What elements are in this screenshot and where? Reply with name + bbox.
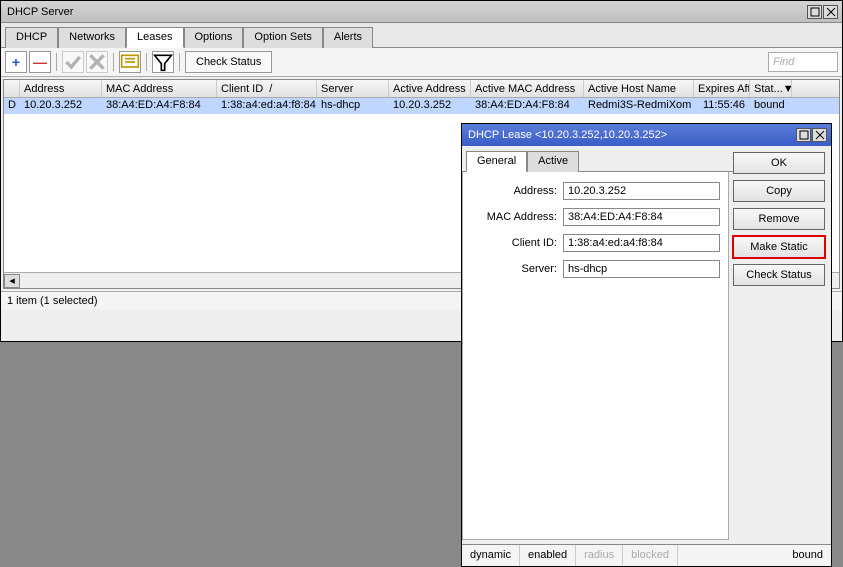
restore-button[interactable] bbox=[807, 5, 822, 19]
toolbar: + — Check Status Find bbox=[1, 48, 842, 77]
dhcp-lease-dialog: DHCP Lease <10.20.3.252,10.20.3.252> Gen… bbox=[461, 123, 832, 567]
separator bbox=[56, 53, 57, 71]
plus-icon: + bbox=[12, 54, 20, 70]
tab-options[interactable]: Options bbox=[184, 27, 244, 48]
cell-expires: 11:55:46 bbox=[694, 98, 750, 114]
add-button[interactable]: + bbox=[5, 51, 27, 73]
dialog-button-column: OK Copy Remove Make Static Check Status bbox=[733, 146, 831, 544]
tab-networks[interactable]: Networks bbox=[58, 27, 126, 48]
col-active-mac[interactable]: Active MAC Address bbox=[471, 80, 584, 97]
dialog-tab-active[interactable]: Active bbox=[527, 151, 579, 172]
separator bbox=[113, 53, 114, 71]
scroll-left-icon[interactable]: ◂ bbox=[4, 274, 20, 288]
input-client-id[interactable] bbox=[563, 234, 720, 252]
status-radius: radius bbox=[576, 545, 623, 566]
comment-button[interactable] bbox=[119, 51, 141, 73]
col-status[interactable]: Stat...▼ bbox=[750, 80, 792, 97]
main-titlebar[interactable]: DHCP Server bbox=[1, 1, 842, 23]
dialog-content: General Active Address: MAC Address: Cli… bbox=[462, 146, 733, 544]
filter-button[interactable] bbox=[152, 51, 174, 73]
status-dynamic: dynamic bbox=[462, 545, 520, 566]
label-client-id: Client ID: bbox=[471, 237, 563, 249]
label-address: Address: bbox=[471, 185, 563, 197]
check-status-dialog-button[interactable]: Check Status bbox=[733, 264, 825, 286]
col-client-id[interactable]: Client ID / bbox=[217, 80, 317, 97]
check-status-button[interactable]: Check Status bbox=[185, 51, 272, 73]
remove-button[interactable]: — bbox=[29, 51, 51, 73]
tab-leases[interactable]: Leases bbox=[126, 27, 183, 48]
close-button[interactable] bbox=[823, 5, 838, 19]
cell-active-address: 10.20.3.252 bbox=[389, 98, 471, 114]
table-header: Address MAC Address Client ID / Server A… bbox=[4, 80, 839, 98]
input-server[interactable] bbox=[563, 260, 720, 278]
cell-active-host: Redmi3S-RedmiXom bbox=[584, 98, 694, 114]
cell-flag: D bbox=[4, 98, 20, 114]
dialog-restore-button[interactable] bbox=[796, 128, 811, 142]
cell-client-id: 1:38:a4:ed:a4:f8:84 bbox=[217, 98, 317, 114]
input-mac[interactable] bbox=[563, 208, 720, 226]
col-active-host[interactable]: Active Host Name bbox=[584, 80, 694, 97]
dialog-title: DHCP Lease <10.20.3.252,10.20.3.252> bbox=[466, 129, 796, 141]
status-blocked: blocked bbox=[623, 545, 678, 566]
col-flag[interactable] bbox=[4, 80, 20, 97]
separator bbox=[179, 53, 180, 71]
cell-server: hs-dhcp bbox=[317, 98, 389, 114]
status-enabled: enabled bbox=[520, 545, 576, 566]
find-input[interactable]: Find bbox=[768, 52, 838, 72]
input-address[interactable] bbox=[563, 182, 720, 200]
col-server[interactable]: Server bbox=[317, 80, 389, 97]
separator bbox=[146, 53, 147, 71]
remove-lease-button[interactable]: Remove bbox=[733, 208, 825, 230]
ok-button[interactable]: OK bbox=[733, 152, 825, 174]
general-form: Address: MAC Address: Client ID: Server: bbox=[462, 172, 729, 540]
col-address[interactable]: Address bbox=[20, 80, 102, 97]
cell-address: 10.20.3.252 bbox=[20, 98, 102, 114]
dialog-tab-general[interactable]: General bbox=[466, 151, 527, 172]
cell-mac: 38:A4:ED:A4:F8:84 bbox=[102, 98, 217, 114]
col-expires[interactable]: Expires After bbox=[694, 80, 750, 97]
label-server: Server: bbox=[471, 263, 563, 275]
tab-alerts[interactable]: Alerts bbox=[323, 27, 373, 48]
dialog-titlebar[interactable]: DHCP Lease <10.20.3.252,10.20.3.252> bbox=[462, 124, 831, 146]
disable-button[interactable] bbox=[86, 51, 108, 73]
main-tabs: DHCP Networks Leases Options Option Sets… bbox=[1, 23, 842, 48]
make-static-button[interactable]: Make Static bbox=[733, 236, 825, 258]
col-mac[interactable]: MAC Address bbox=[102, 80, 217, 97]
col-active-address[interactable]: Active Address bbox=[389, 80, 471, 97]
dialog-status-bar: dynamic enabled radius blocked bound bbox=[462, 544, 831, 566]
enable-button[interactable] bbox=[62, 51, 84, 73]
tab-option-sets[interactable]: Option Sets bbox=[243, 27, 322, 48]
minus-icon: — bbox=[33, 54, 47, 70]
label-mac: MAC Address: bbox=[471, 211, 563, 223]
status-bound: bound bbox=[784, 545, 831, 566]
cell-active-mac: 38:A4:ED:A4:F8:84 bbox=[471, 98, 584, 114]
dialog-close-button[interactable] bbox=[812, 128, 827, 142]
cell-status: bound bbox=[750, 98, 792, 114]
copy-button[interactable]: Copy bbox=[733, 180, 825, 202]
tab-dhcp[interactable]: DHCP bbox=[5, 27, 58, 48]
table-row[interactable]: D 10.20.3.252 38:A4:ED:A4:F8:84 1:38:a4:… bbox=[4, 98, 839, 114]
main-title: DHCP Server bbox=[5, 6, 807, 18]
